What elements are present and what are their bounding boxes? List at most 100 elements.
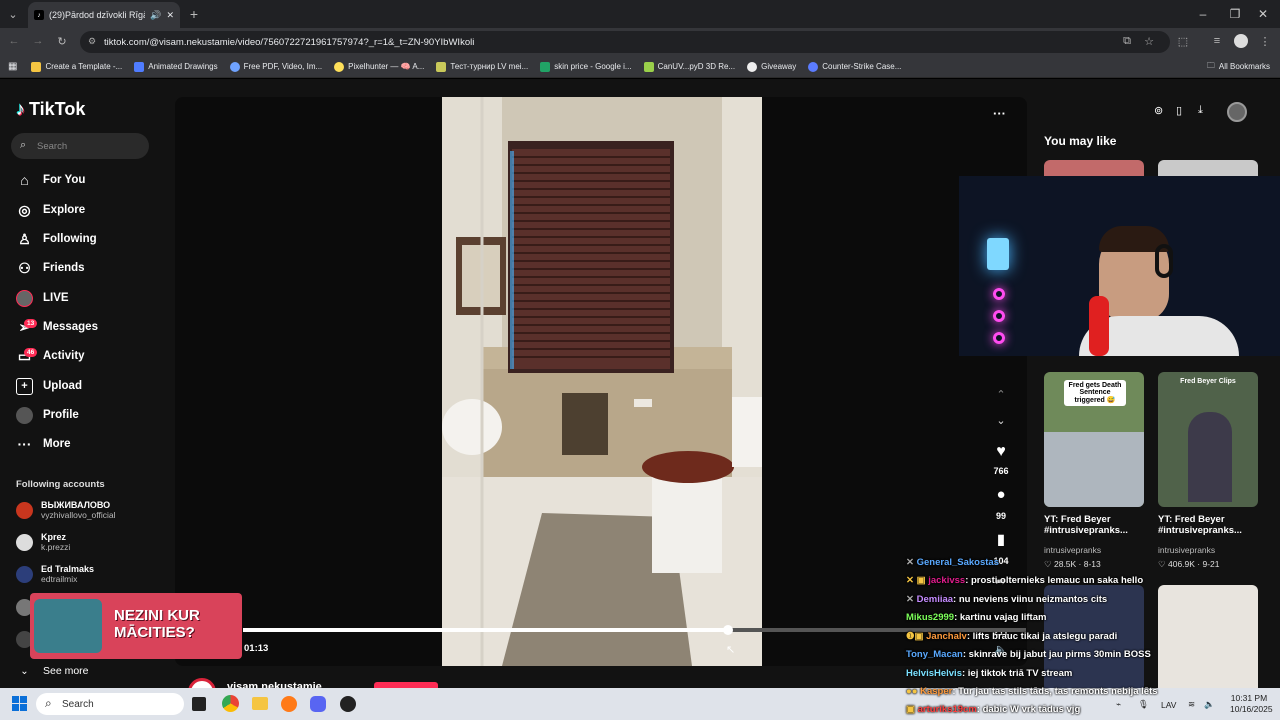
- profile-avatar-icon[interactable]: [1234, 34, 1248, 48]
- bookmark-item[interactable]: Free PDF, Video, Im...: [229, 61, 322, 72]
- firefox-icon[interactable]: [281, 696, 297, 712]
- site-info-icon[interactable]: ⚙: [88, 36, 96, 47]
- account-name: Kprez: [41, 532, 67, 542]
- account-item[interactable]: Ed Tralmaks edtrailmix: [16, 564, 94, 584]
- chevron-up-icon[interactable]: ⌃: [993, 387, 1009, 401]
- ad-overlay[interactable]: NEZINI KUR MĀCITIES?: [30, 593, 242, 659]
- activity-icon: ▭46: [16, 347, 38, 365]
- logo-text: TikTok: [29, 99, 86, 119]
- account-item[interactable]: Kprez k.prezzi: [16, 532, 70, 552]
- clock[interactable]: 10:31 PM 10/16/2025: [1230, 693, 1273, 715]
- tab-close-icon[interactable]: ✕: [166, 10, 174, 21]
- nav-profile[interactable]: Profile: [16, 403, 79, 427]
- bookmark-item[interactable]: Giveaway: [747, 61, 796, 72]
- you-may-like-title: You may like: [1044, 134, 1117, 148]
- bookmark-item[interactable]: skin price - Google i...: [540, 61, 632, 72]
- chevron-down-icon[interactable]: ⌄: [993, 413, 1009, 427]
- video-player[interactable]: [442, 97, 762, 666]
- search-icon: ⌕: [45, 696, 52, 710]
- upload-icon: +: [16, 377, 33, 395]
- account-item[interactable]: ВЫЖИВАЛОВО vyzhivallovo_official: [16, 500, 116, 520]
- bookmark-label: Animated Drawings: [148, 62, 218, 71]
- nav-friends[interactable]: ⚇ Friends: [16, 256, 84, 280]
- browser-tab-active[interactable]: ♪ (29)Pārdod dzīvokli Rīgā ar 🔊 ✕: [28, 2, 180, 28]
- activity-badge: 46: [24, 347, 38, 357]
- card-title[interactable]: YT: Fred Beyer #intrusivepranks...: [1044, 514, 1154, 536]
- video-card[interactable]: Fred Beyer Clips: [1158, 372, 1258, 507]
- bookmark-item[interactable]: Counter-Strike Case...: [808, 61, 901, 72]
- apps-grid-icon[interactable]: ▦: [8, 61, 17, 72]
- address-bar[interactable]: ⚙ tiktok.com/@visam.nekustamie/video/756…: [80, 31, 1170, 53]
- search-input[interactable]: ⌕ Search: [11, 133, 149, 159]
- chat-line: HelvisHelvis: iej tiktok triā TV stream: [906, 668, 1072, 679]
- browser-menu-icon[interactable]: ⋮: [1258, 34, 1272, 48]
- card-title[interactable]: YT: Fred Beyer #intrusivepranks...: [1158, 514, 1268, 536]
- cast-icon[interactable]: ⧉: [1120, 34, 1134, 48]
- extensions-icon[interactable]: ⬚: [1176, 34, 1190, 48]
- card-user[interactable]: intrusivepranks: [1044, 545, 1101, 555]
- bookmark-item[interactable]: Create a Template -...: [31, 61, 122, 72]
- obs-icon[interactable]: [340, 696, 356, 712]
- forward-icon[interactable]: →: [30, 33, 46, 49]
- nav-more[interactable]: ··· More: [16, 432, 71, 456]
- nav-messages[interactable]: ➢13 Messages: [16, 315, 98, 339]
- nav-explore[interactable]: ◎ Explore: [16, 198, 85, 222]
- nav-activity[interactable]: ▭46 Activity: [16, 344, 85, 368]
- video-card[interactable]: [1158, 585, 1258, 688]
- nav-upload[interactable]: + Upload: [16, 374, 82, 398]
- comment-icon[interactable]: ●: [986, 486, 1016, 503]
- chrome-taskbar-icon[interactable]: [222, 695, 239, 712]
- live-stream-icon[interactable]: ⊚: [1154, 104, 1174, 120]
- network-icon[interactable]: ⌁: [1116, 699, 1121, 710]
- user-avatar[interactable]: [1227, 102, 1247, 122]
- close-window-icon[interactable]: ✕: [1246, 0, 1280, 28]
- nav-live[interactable]: LIVE: [16, 286, 69, 310]
- chat-user: HelvisHelvis: [906, 668, 962, 679]
- see-more-link[interactable]: ⌄ See more: [16, 659, 88, 683]
- windows-start-icon[interactable]: [12, 696, 28, 712]
- nav-for-you[interactable]: ⌂ For You: [16, 168, 85, 192]
- nav-label: Following: [43, 233, 97, 245]
- video-card[interactable]: Fred gets Death Sentence triggered 😅: [1044, 372, 1144, 507]
- card-overlay-text: Fred gets Death Sentence triggered 😅: [1064, 380, 1126, 406]
- bookmark-star-icon[interactable]: ☆: [1142, 34, 1156, 48]
- wifi-icon[interactable]: ≋: [1188, 699, 1195, 710]
- nav-following[interactable]: ♙ Following: [16, 227, 97, 251]
- ad-text: NEZINI KUR MĀCITIES?: [114, 607, 200, 641]
- chat-user: Janchalv: [926, 631, 967, 642]
- task-view-icon[interactable]: [192, 697, 206, 711]
- chat-line: ▣ arturiks19cm: dabic W vrk tādus vjg: [906, 704, 1080, 715]
- taskbar-search[interactable]: ⌕ Search: [36, 693, 184, 715]
- all-bookmarks[interactable]: 🗀 All Bookmarks: [1207, 60, 1270, 74]
- media-icon[interactable]: ≡: [1210, 34, 1224, 48]
- all-bookmarks-label: All Bookmarks: [1218, 62, 1270, 71]
- discord-icon[interactable]: [310, 696, 326, 712]
- bookmark-icon[interactable]: ▮: [986, 531, 1016, 548]
- download-icon[interactable]: ⤓: [1198, 104, 1218, 120]
- tiktok-logo[interactable]: ♪ TikTok: [16, 99, 85, 120]
- bookmark-item[interactable]: CanUV...pyD 3D Re...: [643, 61, 735, 72]
- chat-line: ●● Kasper: Tur jau tas stils tāds, tas r…: [906, 686, 1158, 697]
- file-explorer-icon[interactable]: [252, 697, 268, 710]
- bookmark-item[interactable]: Animated Drawings: [134, 61, 218, 72]
- bookmark-item[interactable]: Тест-турнир LV mei...: [436, 61, 528, 72]
- tab-search-icon[interactable]: ⌄: [4, 6, 22, 22]
- bookmark-label: skin price - Google i...: [554, 62, 632, 71]
- device-icon[interactable]: ▯: [1176, 104, 1196, 120]
- bookmark-item[interactable]: Pixelhunter — 🧠 A...: [334, 61, 424, 72]
- bathroom-video-frame: [442, 97, 762, 666]
- card-user[interactable]: intrusivepranks: [1158, 545, 1215, 555]
- back-icon[interactable]: ←: [6, 33, 22, 49]
- new-tab-icon[interactable]: +: [186, 6, 202, 22]
- microphone-icon[interactable]: 🎙: [1138, 699, 1149, 710]
- language-indicator[interactable]: LAV: [1161, 700, 1176, 710]
- reload-icon[interactable]: ↻: [54, 33, 70, 49]
- chat-user: Mikus2999: [906, 612, 955, 623]
- chat-badge-icon: ✕: [906, 557, 917, 568]
- tab-audio-icon[interactable]: 🔊: [150, 10, 161, 21]
- card-overlay-text: Fred Beyer Clips: [1180, 378, 1236, 385]
- more-options-icon[interactable]: ···: [993, 106, 1006, 121]
- like-icon[interactable]: ♥: [986, 443, 1016, 461]
- speaker-icon[interactable]: 🔈: [1204, 699, 1215, 710]
- minimize-icon[interactable]: –: [1186, 0, 1220, 28]
